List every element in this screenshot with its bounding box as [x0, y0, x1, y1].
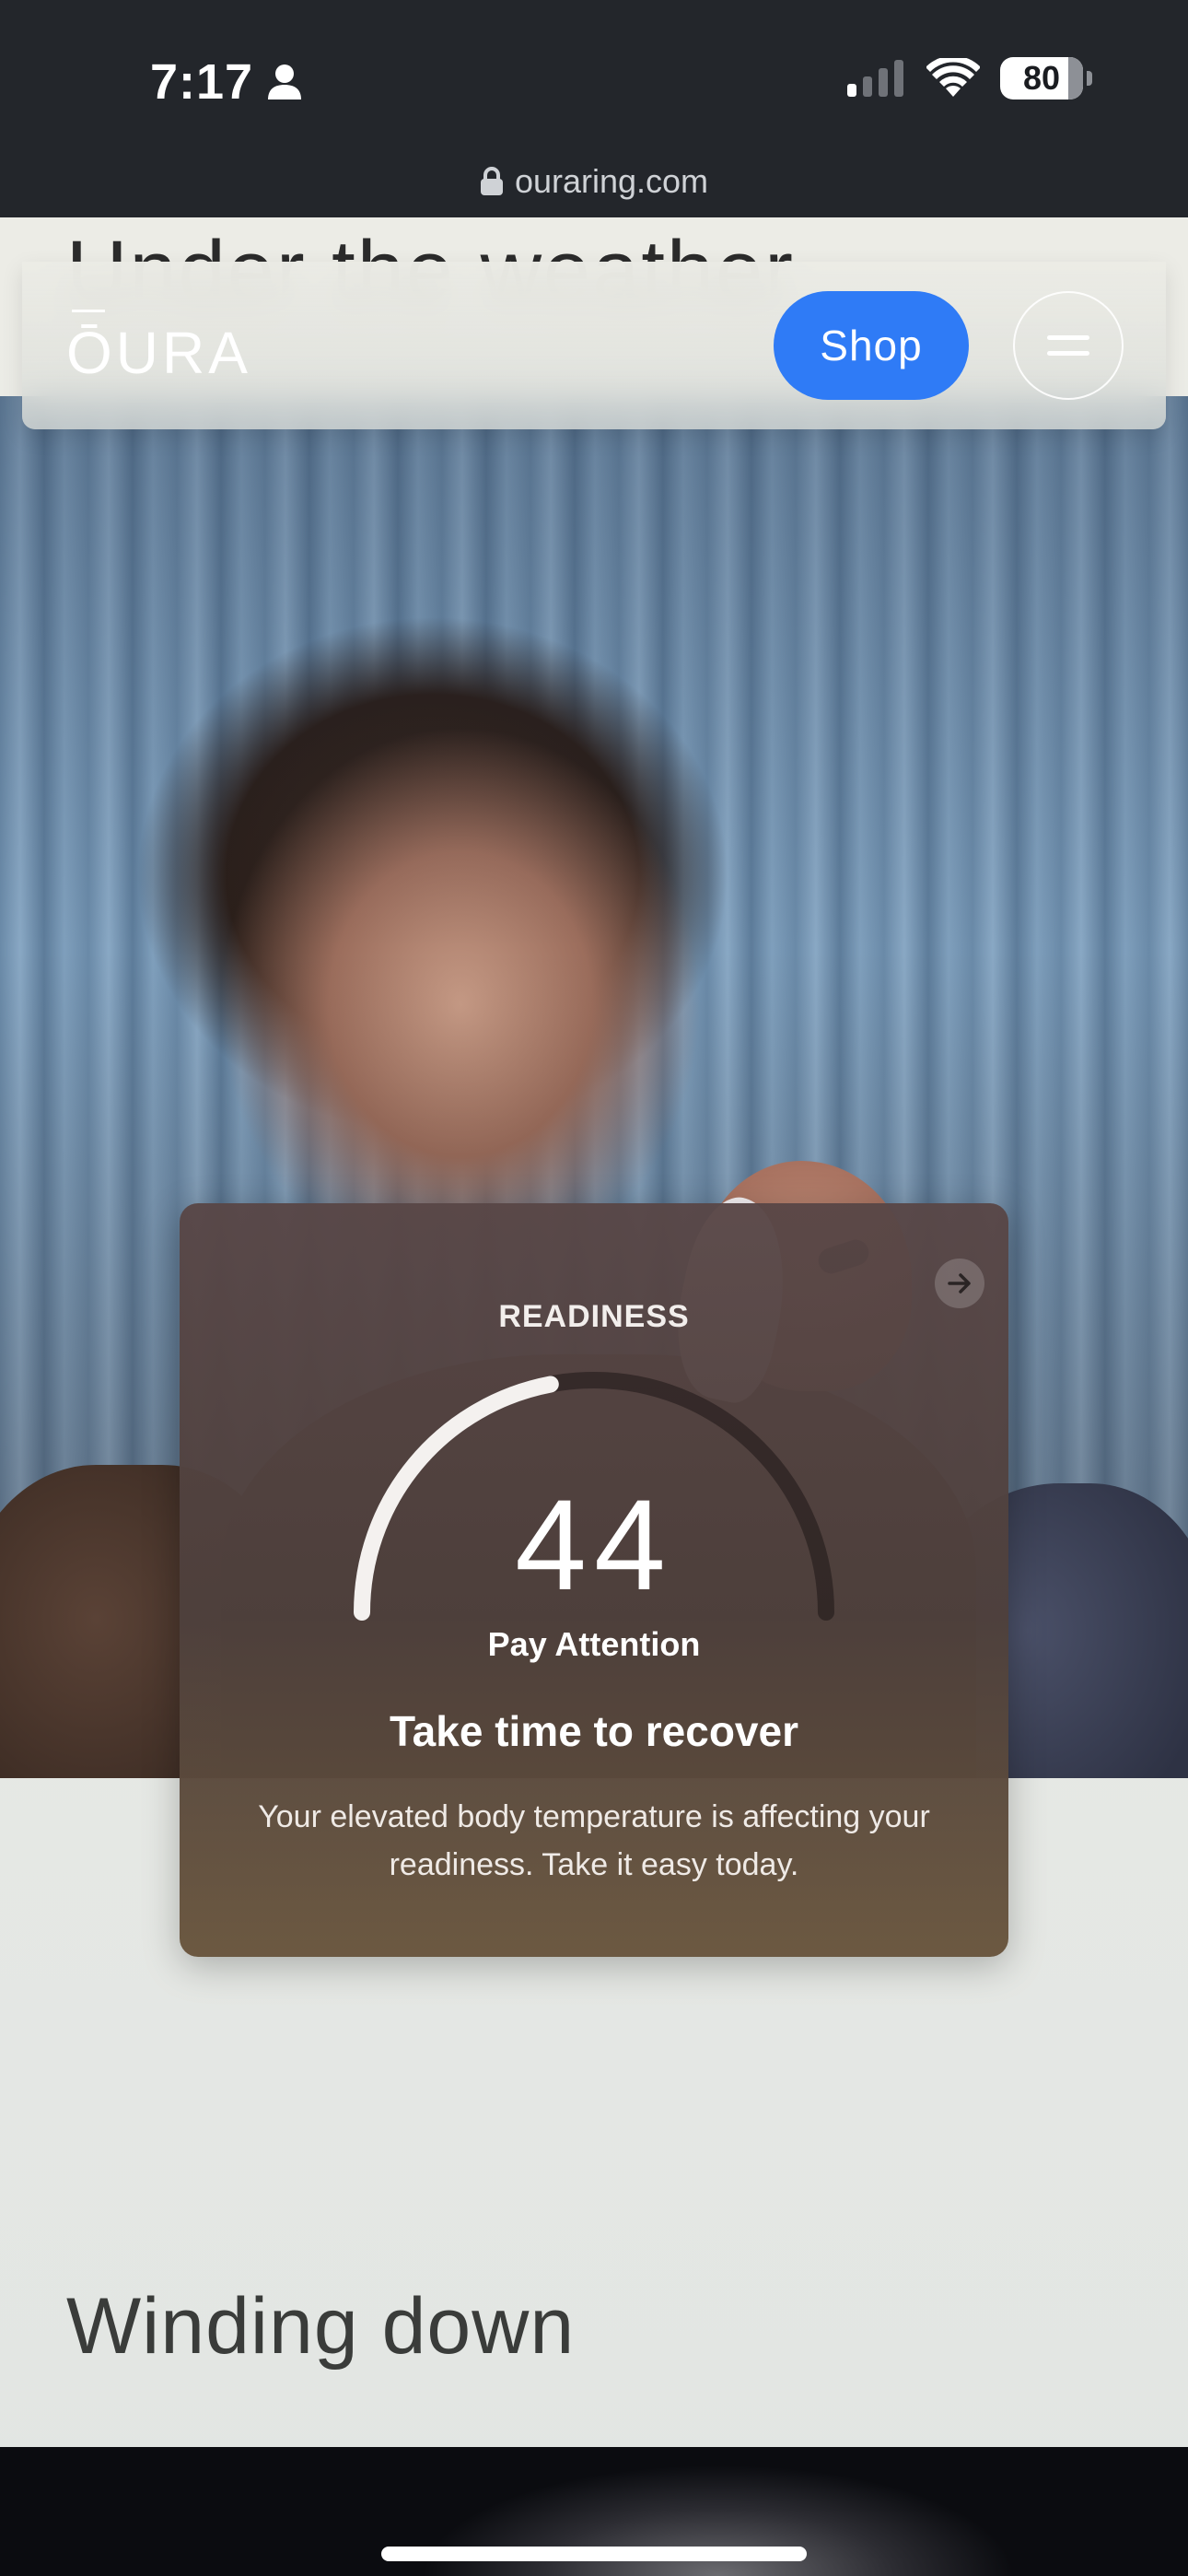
readiness-status: Pay Attention — [487, 1625, 701, 1663]
readiness-label: READINESS — [498, 1299, 690, 1334]
cellular-signal-icon — [847, 60, 903, 97]
status-indicators: 80 — [845, 57, 1092, 100]
page-content: Under the weather ŌURA Shop READINESS 44 — [0, 217, 1188, 2576]
oura-logo[interactable]: ŌURA — [66, 310, 251, 387]
hamburger-menu-icon — [1047, 335, 1089, 340]
status-time-group: 7:17 — [150, 53, 303, 111]
readiness-score: 44 — [515, 1472, 673, 1617]
status-bar: 7:17 80 ouraring.com — [0, 0, 1188, 217]
hamburger-menu-icon-bar — [1047, 351, 1089, 356]
next-section-heading: Winding down — [66, 2282, 576, 2371]
person-icon — [268, 64, 302, 100]
url-text: ouraring.com — [514, 162, 709, 200]
arrow-right-icon — [948, 1273, 971, 1294]
battery-empty-segment — [1068, 57, 1083, 100]
menu-button[interactable] — [1013, 291, 1124, 400]
readiness-description: Your elevated body temperature is affect… — [258, 1799, 930, 1882]
readiness-title: Take time to recover — [389, 1707, 798, 1755]
home-indicator — [381, 2547, 807, 2561]
url-bar[interactable]: ouraring.com — [0, 162, 1188, 201]
site-header: ŌURA Shop — [22, 262, 1166, 429]
battery-level: 80 — [1022, 59, 1061, 97]
battery-indicator: 80 — [1000, 57, 1092, 100]
shop-button[interactable]: Shop — [774, 291, 969, 400]
readiness-card[interactable]: READINESS 44 Pay Attention Take time to … — [180, 1203, 1008, 1957]
status-time: 7:17 — [150, 54, 254, 110]
lock-icon — [480, 167, 503, 195]
wifi-icon — [926, 58, 980, 97]
